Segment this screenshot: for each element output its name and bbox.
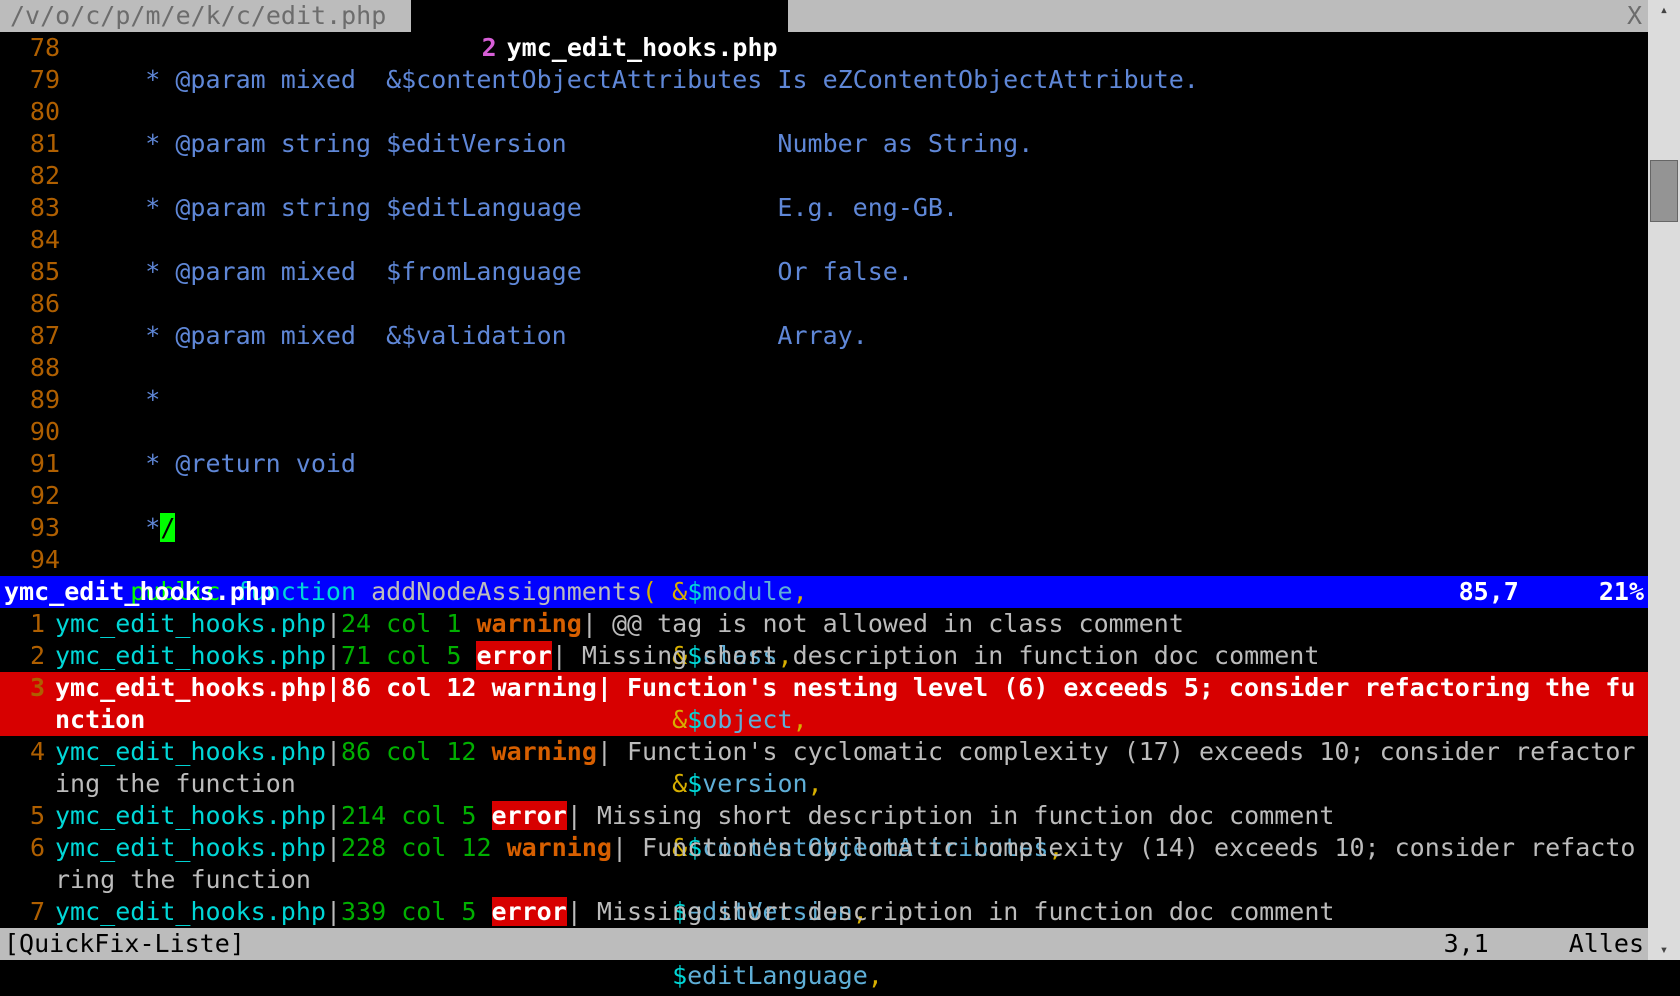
tab-active[interactable]: 2ymc_edit_hooks.php <box>411 0 787 32</box>
quickfix-num: 1 <box>0 608 55 640</box>
quickfix-num: 2 <box>0 640 55 672</box>
line-num: 79 <box>0 64 60 96</box>
line-num: 83 <box>0 192 60 224</box>
status-bar-quickfix: [QuickFix-Liste] 3,1 Alles <box>0 928 1648 960</box>
code-line: * @param mixed &$contentObjectAttributes… <box>70 64 1648 96</box>
line-num: 93 <box>0 512 60 544</box>
code-line: * @param string $editVersion Number as S… <box>70 128 1648 160</box>
line-num: 81 <box>0 128 60 160</box>
quickfix-message: ymc_edit_hooks.php|86 col 12 warning| Fu… <box>55 736 1648 800</box>
line-num: 87 <box>0 320 60 352</box>
quickfix-message: ymc_edit_hooks.php|339 col 5 error| Miss… <box>55 896 1648 928</box>
quickfix-row[interactable]: 3ymc_edit_hooks.php|86 col 12 warning| F… <box>0 672 1648 736</box>
status-position: 85,7 <box>1459 576 1599 608</box>
quickfix-message: ymc_edit_hooks.php|214 col 5 error| Miss… <box>55 800 1648 832</box>
code-line: * @param mixed $fromLanguage Or false. <box>70 256 1648 288</box>
status-filename: [QuickFix-Liste] <box>0 928 245 960</box>
code-line: */ <box>70 512 1648 544</box>
quickfix-message: ymc_edit_hooks.php|86 col 12 warning| Fu… <box>55 672 1648 736</box>
quickfix-row[interactable]: 5ymc_edit_hooks.php|214 col 5 error| Mis… <box>0 800 1648 832</box>
quickfix-row[interactable]: 6ymc_edit_hooks.php|228 col 12 warning| … <box>0 832 1648 896</box>
quickfix-num: 4 <box>0 736 55 800</box>
quickfix-row[interactable]: 4ymc_edit_hooks.php|86 col 12 warning| F… <box>0 736 1648 800</box>
line-num: 86 <box>0 288 60 320</box>
line-num: 78 <box>0 32 60 64</box>
status-filename: ymc_edit_hooks.php <box>0 576 275 608</box>
quickfix-num: 6 <box>0 832 55 896</box>
line-gutter: 78 79 80 81 82 83 84 85 86 87 88 89 90 9… <box>0 32 70 576</box>
editor-pane[interactable]: 78 79 80 81 82 83 84 85 86 87 88 89 90 9… <box>0 32 1648 576</box>
code-area[interactable]: * @param mixed &$contentObjectAttributes… <box>70 32 1648 576</box>
line-num: 94 <box>0 544 60 576</box>
tab-spacer <box>788 0 1621 32</box>
line-num: 89 <box>0 384 60 416</box>
status-bar-editor: ymc_edit_hooks.php 85,7 21% <box>0 576 1648 608</box>
line-num: 90 <box>0 416 60 448</box>
scrollbar[interactable]: ▴ ▾ <box>1648 0 1680 960</box>
scroll-track[interactable] <box>1648 20 1680 940</box>
quickfix-row[interactable]: 7ymc_edit_hooks.php|339 col 5 error| Mis… <box>0 896 1648 928</box>
line-num: 88 <box>0 352 60 384</box>
code-line: $editLanguage, <box>70 960 1648 992</box>
quickfix-num: 3 <box>0 672 55 736</box>
quickfix-row[interactable]: 2ymc_edit_hooks.php|71 col 5 error| Miss… <box>0 640 1648 672</box>
quickfix-message: ymc_edit_hooks.php|24 col 1 warning| @@ … <box>55 608 1648 640</box>
quickfix-row[interactable]: 1ymc_edit_hooks.php|24 col 1 warning| @@… <box>0 608 1648 640</box>
line-num: 85 <box>0 256 60 288</box>
scroll-thumb[interactable] <box>1650 160 1678 222</box>
code-line: * <box>70 384 1648 416</box>
tab-inactive[interactable]: /v/o/c/p/m/e/k/c/edit.php <box>0 0 411 32</box>
scroll-down-icon[interactable]: ▾ <box>1648 940 1680 960</box>
quickfix-num: 7 <box>0 896 55 928</box>
status-position: 3,1 <box>1444 928 1569 960</box>
line-num: 82 <box>0 160 60 192</box>
line-num: 80 <box>0 96 60 128</box>
quickfix-pane[interactable]: 1ymc_edit_hooks.php|24 col 1 warning| @@… <box>0 608 1648 928</box>
code-line: * @param string $editLanguage E.g. eng-G… <box>70 192 1648 224</box>
status-percent: Alles <box>1569 928 1648 960</box>
scroll-up-icon[interactable]: ▴ <box>1648 0 1680 20</box>
status-percent: 21% <box>1599 576 1648 608</box>
quickfix-message: ymc_edit_hooks.php|71 col 5 error| Missi… <box>55 640 1648 672</box>
line-num: 92 <box>0 480 60 512</box>
tab-bar: /v/o/c/p/m/e/k/c/edit.php 2ymc_edit_hook… <box>0 0 1648 32</box>
quickfix-message: ymc_edit_hooks.php|228 col 12 warning| F… <box>55 832 1648 896</box>
code-line: * @return void <box>70 448 1648 480</box>
quickfix-num: 5 <box>0 800 55 832</box>
tab-close-icon[interactable]: X <box>1621 0 1648 32</box>
line-num: 84 <box>0 224 60 256</box>
cursor: / <box>160 513 175 542</box>
line-num: 91 <box>0 448 60 480</box>
code-line: * @param mixed &$validation Array. <box>70 320 1648 352</box>
